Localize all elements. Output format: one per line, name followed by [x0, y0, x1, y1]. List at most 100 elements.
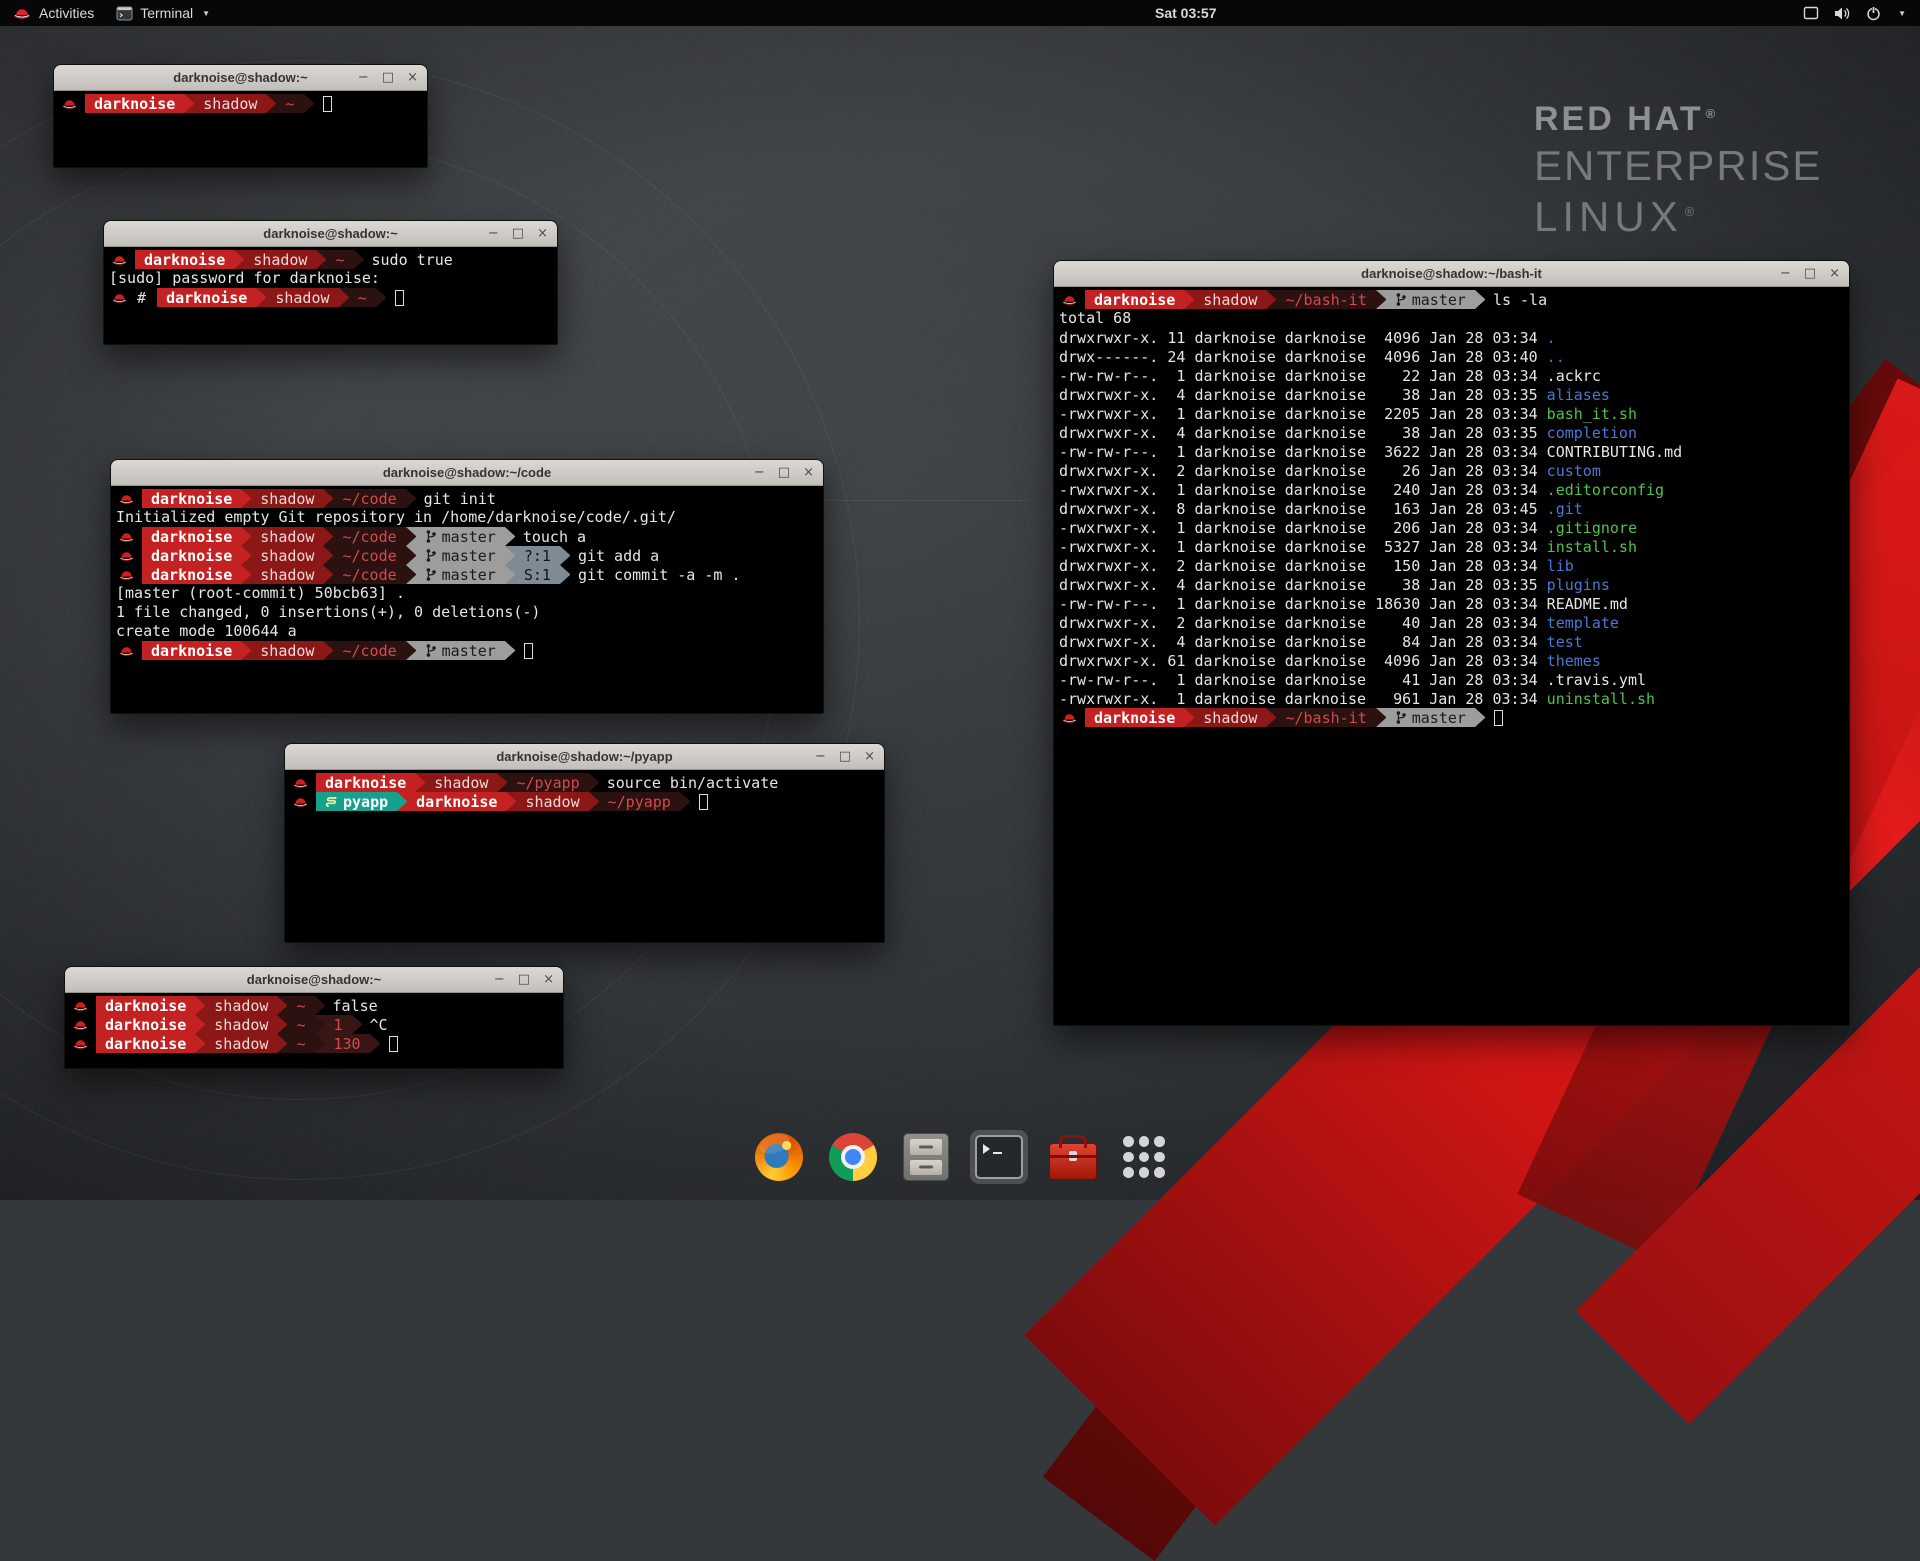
powerline-arrow	[1266, 708, 1276, 727]
redhat-icon	[12, 6, 32, 20]
toolbox-icon	[1049, 1143, 1097, 1180]
close-button[interactable]: ×	[543, 973, 554, 986]
ls-filename: install.sh	[1547, 538, 1637, 556]
ls-meta: drwx------. 24 darknoise darknoise 4096 …	[1059, 348, 1547, 366]
prompt-segment-host: shadow	[1194, 290, 1266, 309]
ls-meta: -rwxrwxr-x. 1 darknoise darknoise 206 Ja…	[1059, 519, 1547, 537]
window-titlebar[interactable]: darknoise@shadow:~ − □ ×	[54, 65, 427, 91]
terminal-content[interactable]: darknoiseshadow~/pyappsource bin/activat…	[285, 770, 884, 942]
volume-icon	[1834, 6, 1851, 21]
terminal-content[interactable]: darknoiseshadow~/bash-itmasterls -latota…	[1054, 287, 1849, 1025]
dock	[750, 1128, 1170, 1186]
command-text: git init	[424, 490, 496, 508]
dock-chrome[interactable]	[824, 1128, 882, 1186]
terminal-window-pyapp[interactable]: darknoise@shadow:~/pyapp − □ × darknoise…	[284, 743, 885, 943]
window-titlebar[interactable]: darknoise@shadow:~ − □ ×	[104, 221, 557, 247]
redhat-prompt-icon	[1061, 711, 1078, 725]
terminal-content[interactable]: darknoiseshadow~/codegit initInitialized…	[111, 486, 823, 713]
powerline-arrow	[256, 288, 266, 307]
ls-meta: drwxrwxr-x. 4 darknoise darknoise 84 Jan…	[1059, 633, 1547, 651]
command-text: git add a	[578, 547, 659, 565]
prompt-segment-path: ~	[287, 1034, 314, 1053]
powerline-arrow	[505, 565, 515, 584]
powerline-arrow	[195, 996, 205, 1015]
terminal-output-line: Initialized empty Git repository in /hom…	[116, 508, 818, 527]
system-status-area[interactable]: ▼	[1803, 0, 1920, 26]
close-button[interactable]: ×	[1829, 267, 1840, 280]
dock-files[interactable]	[898, 1128, 954, 1186]
powerline-arrow	[241, 641, 251, 660]
python-icon	[325, 795, 338, 808]
terminal-window-home-1[interactable]: darknoise@shadow:~ − □ × darknoiseshadow…	[53, 64, 428, 168]
terminal-output-line: [sudo] password for darknoise:	[109, 269, 552, 288]
powerline-arrow	[304, 94, 314, 113]
powerline-arrow	[339, 288, 349, 307]
terminal-content[interactable]: darknoiseshadow~sudo true[sudo] password…	[104, 247, 557, 344]
terminal-window-code[interactable]: darknoise@shadow:~/code − □ × darknoises…	[110, 459, 824, 714]
powerline-arrow	[354, 250, 364, 269]
minimize-button[interactable]: −	[815, 750, 826, 763]
terminal-window-home-2[interactable]: darknoise@shadow:~ − □ × darknoiseshadow…	[64, 966, 564, 1069]
powerline-arrow	[316, 250, 326, 269]
dock-terminal[interactable]	[970, 1130, 1028, 1184]
prompt-segment-user: darknoise	[1085, 708, 1184, 727]
brand-redhat-text: RED HAT	[1534, 100, 1704, 138]
prompt-segment-path: ~/code	[333, 565, 405, 584]
maximize-button[interactable]: □	[382, 71, 394, 84]
cursor	[699, 794, 708, 810]
prompt-segment-host: shadow	[251, 527, 323, 546]
terminal-content[interactable]: darknoiseshadow~	[54, 91, 427, 167]
window-titlebar[interactable]: darknoise@shadow:~/bash-it − □ ×	[1054, 261, 1849, 287]
file-list-row: drwxrwxr-x. 4 darknoise darknoise 38 Jan…	[1059, 385, 1844, 404]
prompt-segment-host: shadow	[205, 1015, 277, 1034]
prompt-line: darknoiseshadow~/bash-itmasterls -la	[1059, 290, 1844, 309]
activities-button[interactable]: Activities	[0, 0, 106, 26]
minimize-button[interactable]: −	[754, 466, 765, 479]
terminal-window-bash-it[interactable]: darknoise@shadow:~/bash-it − □ × darknoi…	[1053, 260, 1850, 1026]
close-button[interactable]: ×	[537, 227, 548, 240]
app-menu[interactable]: Terminal ▼	[106, 0, 220, 26]
prompt-segment-stat: 130	[325, 1034, 370, 1053]
prompt-segment-git: master	[416, 565, 505, 584]
minimize-button[interactable]: −	[358, 71, 369, 84]
close-button[interactable]: ×	[407, 71, 418, 84]
close-button[interactable]: ×	[864, 750, 875, 763]
prompt-segment-user: darknoise	[135, 250, 234, 269]
maximize-button[interactable]: □	[518, 973, 530, 986]
minimize-button[interactable]: −	[1780, 267, 1791, 280]
powerline-arrow	[315, 1015, 325, 1034]
command-text: sudo true	[372, 251, 453, 269]
ls-filename: README.md	[1547, 595, 1628, 613]
terminal-content[interactable]: darknoiseshadow~falsedarknoiseshadow~1^C…	[65, 993, 563, 1068]
clock[interactable]: Sat 03:57	[1155, 0, 1216, 26]
close-button[interactable]: ×	[803, 466, 814, 479]
ls-meta: -rw-rw-r--. 1 darknoise darknoise 41 Jan…	[1059, 671, 1547, 689]
maximize-button[interactable]: □	[1804, 267, 1816, 280]
prompt-line: darknoiseshadow~/codemasterS:1git commit…	[116, 565, 818, 584]
chrome-icon	[829, 1133, 877, 1181]
powerline-arrow	[315, 1034, 325, 1053]
window-titlebar[interactable]: darknoise@shadow:~ − □ ×	[65, 967, 563, 993]
minimize-button[interactable]: −	[488, 227, 499, 240]
powerline-arrow	[406, 527, 416, 546]
window-titlebar[interactable]: darknoise@shadow:~/code − □ ×	[111, 460, 823, 486]
git-branch-icon	[425, 643, 437, 658]
maximize-button[interactable]: □	[778, 466, 790, 479]
chevron-down-icon: ▼	[1898, 9, 1906, 18]
dock-toolbox[interactable]	[1044, 1129, 1102, 1185]
terminal-window-sudo[interactable]: darknoise@shadow:~ − □ × darknoiseshadow…	[103, 220, 558, 345]
git-branch-icon	[1395, 292, 1407, 307]
maximize-button[interactable]: □	[512, 227, 524, 240]
dock-firefox[interactable]	[750, 1128, 808, 1186]
powerline-arrow	[277, 1015, 287, 1034]
window-titlebar[interactable]: darknoise@shadow:~/pyapp − □ ×	[285, 744, 884, 770]
dock-app-grid[interactable]	[1118, 1131, 1170, 1183]
redhat-prompt-icon	[111, 253, 128, 267]
minimize-button[interactable]: −	[494, 973, 505, 986]
ls-filename: .	[1547, 329, 1556, 347]
prompt-line: darknoiseshadow~/codemaster	[116, 641, 818, 660]
maximize-button[interactable]: □	[839, 750, 851, 763]
redhat-prompt-icon	[118, 644, 135, 658]
powerline-arrow	[184, 94, 194, 113]
activities-label: Activities	[39, 5, 94, 21]
